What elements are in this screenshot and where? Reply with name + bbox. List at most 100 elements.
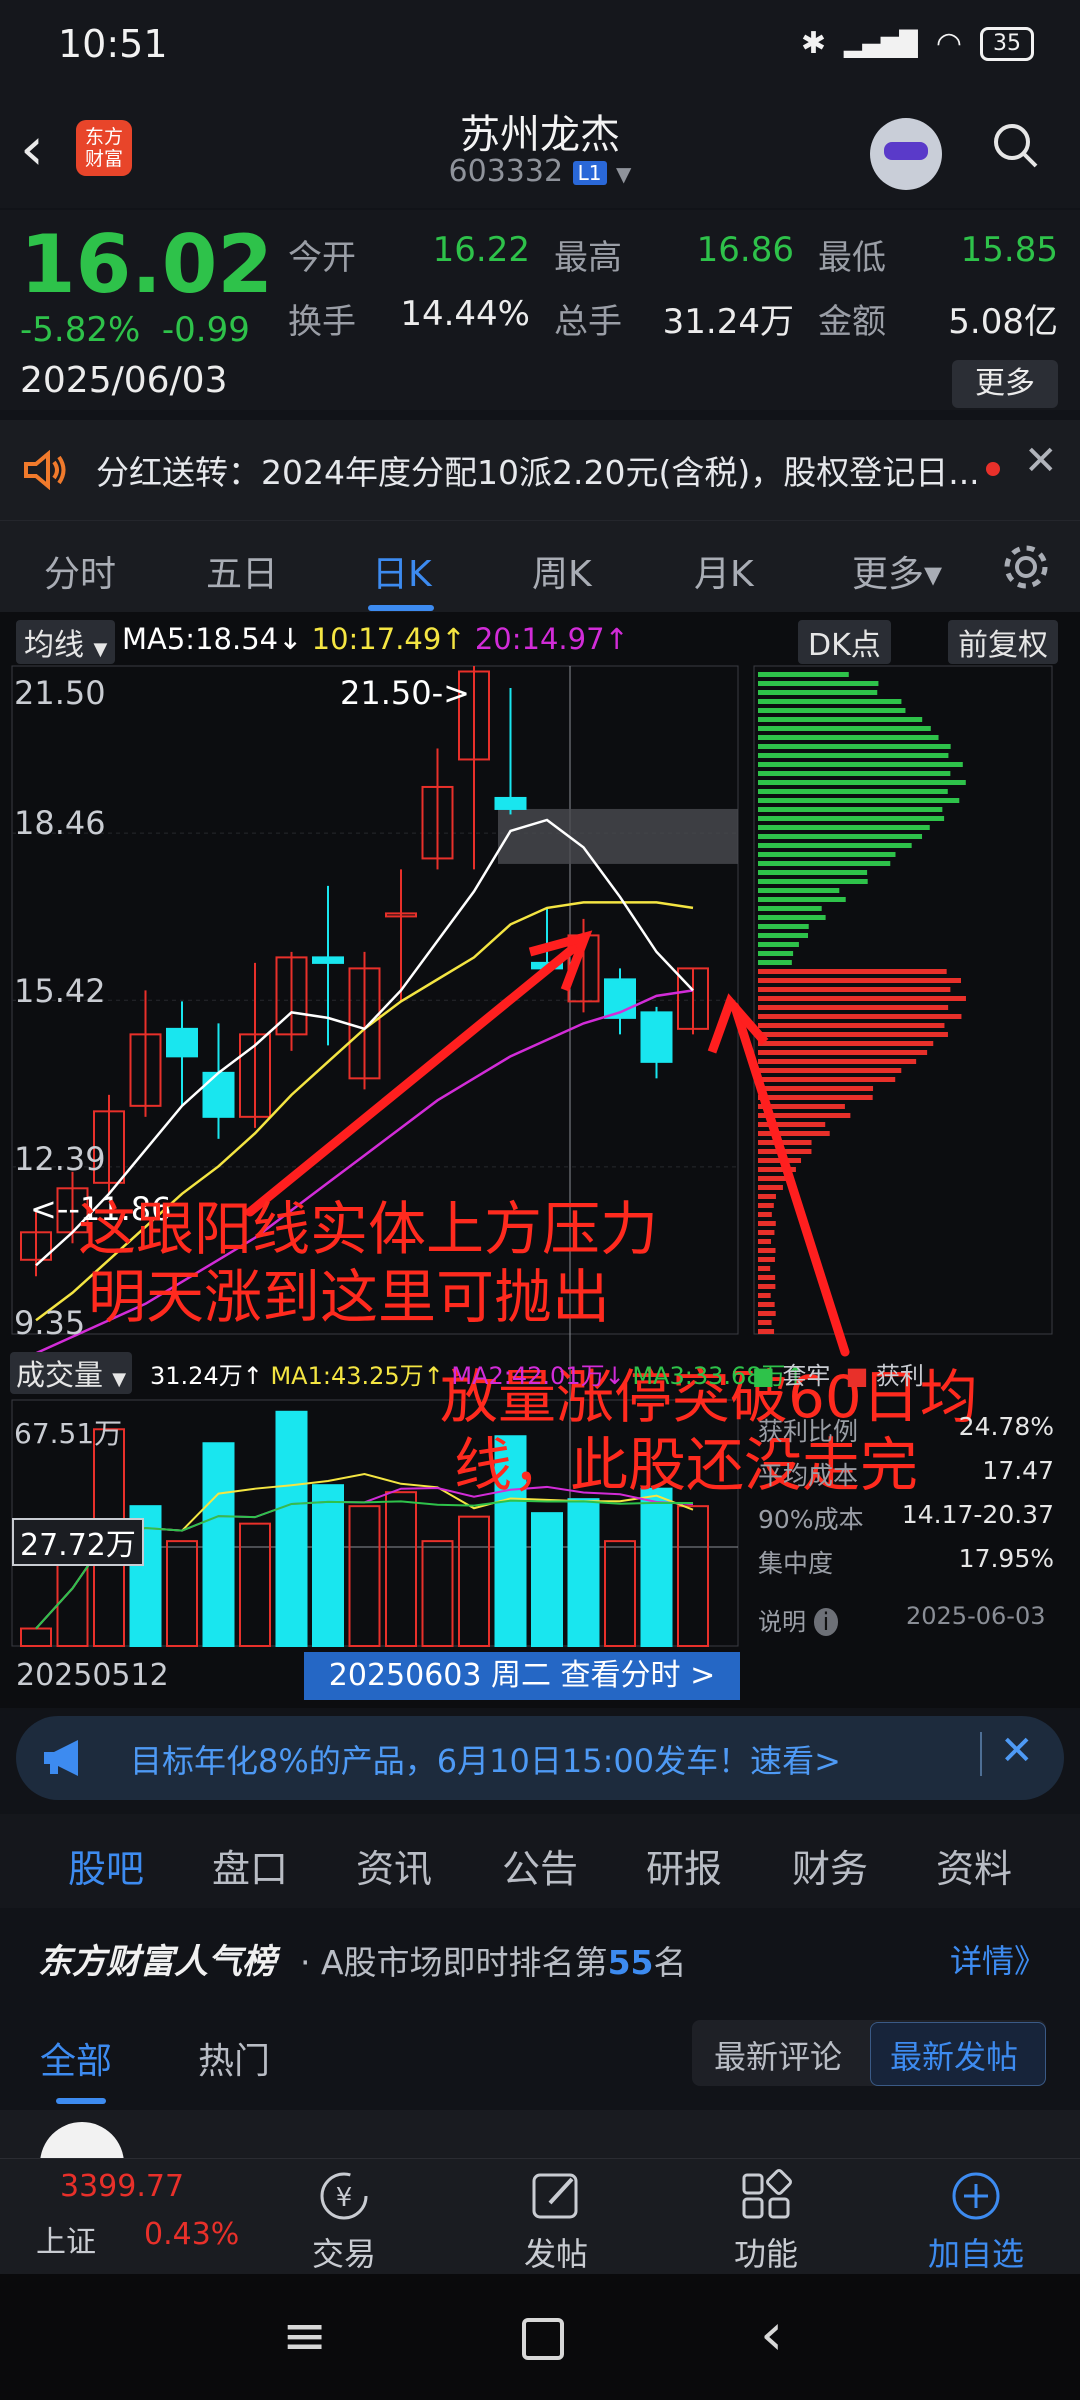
chip-bar <box>758 735 939 740</box>
current-price: 16.02 <box>20 218 274 311</box>
promo-banner[interactable]: 目标年化8%的产品，6月10日15:00发车！速看> ✕ <box>16 1716 1064 1800</box>
chip-bar <box>758 771 951 776</box>
price-tick-label: 9.35 <box>14 1304 86 1342</box>
sort-latest-comment[interactable]: 最新评论 <box>714 2032 842 2078</box>
chip-row-value: 17.47 <box>982 1456 1054 1485</box>
chip-bar <box>758 1248 776 1253</box>
rank-detail-link[interactable]: 详情》 <box>950 1936 1046 1982</box>
nav-functions[interactable]: 功能 <box>696 2229 836 2275</box>
view-intraday-button[interactable]: 20250603 周二 查看分时 > <box>304 1652 740 1700</box>
tab-research[interactable]: 研报 <box>646 1838 722 1893</box>
volume-bar <box>202 1442 235 1648</box>
dividend-notice[interactable]: 分红送转：2024年度分配10派2.20元(含税)，股权登记日... ✕ <box>0 420 1080 520</box>
chip-bar <box>758 1302 775 1307</box>
more-button[interactable]: 更多 <box>952 360 1058 408</box>
chip-bar <box>758 798 960 803</box>
chip-bar <box>758 744 951 749</box>
chip-bar <box>758 1086 874 1091</box>
chip-bar <box>758 1230 775 1235</box>
chip-row-label: 获利比例 <box>758 1417 859 1446</box>
tab-intraday[interactable]: 分时 <box>44 545 116 597</box>
bluetooth-icon: ✱ <box>800 26 826 61</box>
tab-finance[interactable]: 财务 <box>792 1838 868 1893</box>
chip-legend: ■ 套牢 ■ 获利 <box>752 1362 924 1390</box>
chip-bar <box>758 825 930 830</box>
signal-icon: ▂▄▆█ <box>843 29 918 58</box>
post-preview-strip <box>0 2110 1080 2206</box>
tab-daily-k[interactable]: 日K <box>372 545 432 597</box>
chip-bar <box>758 942 799 947</box>
sort-latest-post[interactable]: 最新发帖 <box>890 2032 1018 2078</box>
tab-profile[interactable]: 资料 <box>936 1838 1012 1893</box>
tab-announcements[interactable]: 公告 <box>502 1838 578 1893</box>
chip-bar <box>758 1239 772 1244</box>
change-row: -5.82% -0.99 <box>20 310 250 350</box>
chip-distribution <box>758 672 966 1334</box>
kline-chart-area[interactable]: 均线 ▼ MA5:18.54↓ 10:17.49↑ 20:14.97↑ DK点 … <box>0 612 1080 1708</box>
wifi-icon: ◠ <box>935 26 962 61</box>
nav-post[interactable]: 发帖 <box>486 2229 626 2275</box>
open-label: 今开 <box>288 238 356 278</box>
close-promo-icon[interactable]: ✕ <box>1000 1728 1034 1774</box>
index-change[interactable]: 0.43% <box>144 2217 239 2252</box>
volume-bar <box>385 1491 417 1647</box>
nav-trade[interactable]: 交易 <box>274 2229 414 2275</box>
grid-functions-icon[interactable] <box>738 2169 794 2223</box>
speaker-icon <box>24 450 66 490</box>
chip-bar <box>758 879 868 884</box>
home-icon[interactable] <box>522 2318 564 2360</box>
chip-bar <box>758 1032 948 1037</box>
volume-bar <box>531 1512 563 1647</box>
chip-bar <box>758 1140 812 1145</box>
chip-bar <box>758 1023 945 1028</box>
high-value: 16.86 <box>696 230 794 270</box>
chip-note[interactable]: 说明 i <box>758 1602 839 1637</box>
filter-all[interactable]: 全部 <box>40 2032 112 2084</box>
chip-bar <box>758 1329 775 1334</box>
compose-icon[interactable] <box>528 2169 584 2223</box>
candle-body <box>166 1027 198 1058</box>
yuan-trade-icon[interactable]: ¥ <box>316 2169 372 2223</box>
candle-body <box>312 956 344 964</box>
menu-icon[interactable]: ≡ <box>282 2304 327 2367</box>
tab-five-day[interactable]: 五日 <box>206 545 278 597</box>
filter-hot[interactable]: 热门 <box>198 2032 270 2084</box>
volume-bar <box>677 1505 709 1648</box>
resistance-zone <box>498 808 738 864</box>
chip-bar <box>758 834 923 839</box>
candle-body <box>202 1071 235 1118</box>
nav-add-watchlist[interactable]: 加自选 <box>906 2229 1046 2275</box>
chip-bar <box>758 1077 896 1082</box>
chip-bar <box>758 1275 776 1280</box>
settings-gear-icon[interactable] <box>1000 541 1052 593</box>
tab-more[interactable]: 更多▾ <box>852 545 942 597</box>
back-nav-icon[interactable]: ‹ <box>760 2300 783 2368</box>
chip-bar <box>758 1257 775 1262</box>
annotation-text-2: 明天涨到这里可抛出 <box>88 1263 611 1331</box>
chip-bar <box>758 1221 776 1226</box>
chip-legend-profit: 获利 <box>875 1362 924 1390</box>
volume-selector[interactable]: 成交量 ▼ <box>10 1352 133 1394</box>
index-value[interactable]: 3399.77 <box>60 2169 184 2204</box>
chip-bar <box>758 987 951 992</box>
popularity-rank-bar[interactable]: 东方财富人气榜 · A股市场即时排名第55名 详情》 <box>0 1908 1080 2000</box>
tab-monthly-k[interactable]: 月K <box>694 545 754 597</box>
amount-label: 金额 <box>818 302 886 342</box>
tab-guba[interactable]: 股吧 <box>68 1838 144 1893</box>
chip-bar <box>758 978 961 983</box>
index-name[interactable]: 上证 <box>36 2217 96 2261</box>
chip-bar <box>758 1095 873 1100</box>
chip-bar <box>758 951 794 956</box>
tab-weekly-k[interactable]: 周K <box>532 545 592 597</box>
tab-news[interactable]: 资讯 <box>356 1838 432 1893</box>
chip-bar <box>758 933 809 938</box>
candle-body <box>494 796 527 810</box>
close-icon[interactable]: ✕ <box>1024 438 1058 484</box>
chip-row: 获利比例 24.78% <box>758 1412 1054 1456</box>
add-watchlist-icon[interactable] <box>948 2169 1004 2223</box>
tab-pankou[interactable]: 盘口 <box>212 1838 288 1893</box>
assistant-robot-icon[interactable] <box>870 118 942 190</box>
search-icon[interactable] <box>992 122 1038 168</box>
chip-bar <box>758 1320 772 1325</box>
chip-row: 集中度 17.95% <box>758 1544 1054 1588</box>
